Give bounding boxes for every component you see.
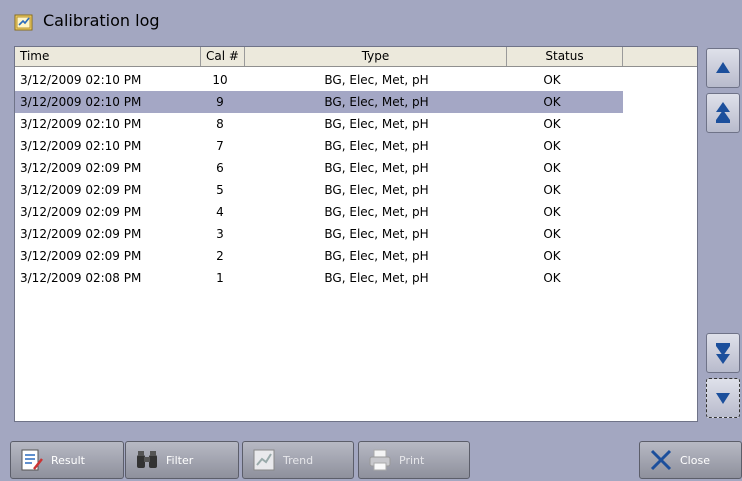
- cell-type: BG, Elec, Met, pH: [324, 271, 429, 285]
- cell-status: OK: [543, 73, 561, 87]
- cell-cal: 9: [216, 95, 224, 109]
- cell-type: BG, Elec, Met, pH: [324, 95, 429, 109]
- cell-status: OK: [543, 161, 561, 175]
- cell-time: 3/12/2009 02:09 PM: [20, 183, 142, 197]
- table-row[interactable]: 3/12/2009 02:08 PM 1 BG, Elec, Met, pH O…: [15, 267, 623, 289]
- print-label: Print: [399, 453, 425, 467]
- table-row[interactable]: 3/12/2009 02:09 PM 5 BG, Elec, Met, pH O…: [15, 179, 623, 201]
- calibration-log-icon: [14, 14, 33, 31]
- filter-label: Filter: [166, 453, 194, 467]
- cell-type: BG, Elec, Met, pH: [324, 205, 429, 219]
- table-row[interactable]: 3/12/2009 02:10 PM 10 BG, Elec, Met, pH …: [15, 69, 623, 91]
- close-label: Close: [680, 453, 710, 467]
- scroll-up-icon: [716, 62, 730, 73]
- cell-type: BG, Elec, Met, pH: [324, 249, 429, 263]
- print-button[interactable]: Print: [358, 441, 470, 479]
- title-bar: Calibration log: [0, 0, 742, 44]
- column-header-spacer: [623, 47, 697, 66]
- cell-type: BG, Elec, Met, pH: [324, 227, 429, 241]
- cell-type: BG, Elec, Met, pH: [324, 73, 429, 87]
- cell-cal: 6: [216, 161, 224, 175]
- column-header-status[interactable]: Status: [507, 47, 623, 66]
- cell-type: BG, Elec, Met, pH: [324, 139, 429, 153]
- cell-status: OK: [543, 205, 561, 219]
- cell-time: 3/12/2009 02:10 PM: [20, 117, 142, 131]
- printer-icon: [369, 449, 391, 471]
- result-button[interactable]: Result: [10, 441, 124, 479]
- cell-status: OK: [543, 139, 561, 153]
- page-title: Calibration log: [43, 11, 160, 30]
- close-button[interactable]: Close: [639, 441, 742, 479]
- cell-time: 3/12/2009 02:09 PM: [20, 227, 142, 241]
- calibration-table: Time Cal # Type Status 3/12/2009 02:10 P…: [14, 46, 698, 422]
- cell-status: OK: [543, 95, 561, 109]
- cell-status: OK: [543, 117, 561, 131]
- result-label: Result: [51, 453, 85, 467]
- cell-type: BG, Elec, Met, pH: [324, 183, 429, 197]
- table-row[interactable]: 3/12/2009 02:09 PM 2 BG, Elec, Met, pH O…: [15, 245, 623, 267]
- scroll-down-button[interactable]: [706, 378, 740, 418]
- trend-icon: [253, 449, 275, 471]
- cell-cal: 4: [216, 205, 224, 219]
- cell-type: BG, Elec, Met, pH: [324, 117, 429, 131]
- table-header: Time Cal # Type Status: [15, 47, 697, 67]
- column-header-time[interactable]: Time: [15, 47, 201, 66]
- result-icon: [21, 449, 43, 471]
- table-row[interactable]: 3/12/2009 02:09 PM 4 BG, Elec, Met, pH O…: [15, 201, 623, 223]
- cell-status: OK: [543, 227, 561, 241]
- cell-cal: 2: [216, 249, 224, 263]
- cell-cal: 5: [216, 183, 224, 197]
- cell-time: 3/12/2009 02:10 PM: [20, 139, 142, 153]
- cell-cal: 10: [212, 73, 228, 87]
- page-down-icon: [716, 343, 730, 364]
- table-row[interactable]: 3/12/2009 02:09 PM 3 BG, Elec, Met, pH O…: [15, 223, 623, 245]
- cell-cal: 7: [216, 139, 224, 153]
- table-row[interactable]: 3/12/2009 02:10 PM 8 BG, Elec, Met, pH O…: [15, 113, 623, 135]
- scroll-down-icon: [716, 393, 730, 404]
- cell-status: OK: [543, 249, 561, 263]
- cell-time: 3/12/2009 02:10 PM: [20, 73, 142, 87]
- close-icon: [650, 449, 672, 471]
- cell-status: OK: [543, 271, 561, 285]
- trend-label: Trend: [283, 453, 314, 467]
- cell-time: 3/12/2009 02:10 PM: [20, 95, 142, 109]
- trend-button[interactable]: Trend: [242, 441, 354, 479]
- cell-time: 3/12/2009 02:09 PM: [20, 249, 142, 263]
- cell-type: BG, Elec, Met, pH: [324, 161, 429, 175]
- page-up-icon: [716, 102, 730, 123]
- table-row[interactable]: 3/12/2009 02:09 PM 6 BG, Elec, Met, pH O…: [15, 157, 623, 179]
- cell-cal: 8: [216, 117, 224, 131]
- cell-time: 3/12/2009 02:09 PM: [20, 161, 142, 175]
- page-up-button[interactable]: [706, 93, 740, 133]
- cell-time: 3/12/2009 02:09 PM: [20, 205, 142, 219]
- cell-status: OK: [543, 183, 561, 197]
- table-row[interactable]: 3/12/2009 02:10 PM 7 BG, Elec, Met, pH O…: [15, 135, 623, 157]
- cell-time: 3/12/2009 02:08 PM: [20, 271, 142, 285]
- column-header-type[interactable]: Type: [245, 47, 507, 66]
- page-down-button[interactable]: [706, 333, 740, 373]
- cell-cal: 1: [216, 271, 224, 285]
- table-row-selected[interactable]: 3/12/2009 02:10 PM 9 BG, Elec, Met, pH O…: [15, 91, 623, 113]
- scroll-up-button[interactable]: [706, 48, 740, 88]
- column-header-cal[interactable]: Cal #: [201, 47, 245, 66]
- binoculars-icon: [137, 451, 157, 468]
- cell-cal: 3: [216, 227, 224, 241]
- filter-button[interactable]: Filter: [125, 441, 239, 479]
